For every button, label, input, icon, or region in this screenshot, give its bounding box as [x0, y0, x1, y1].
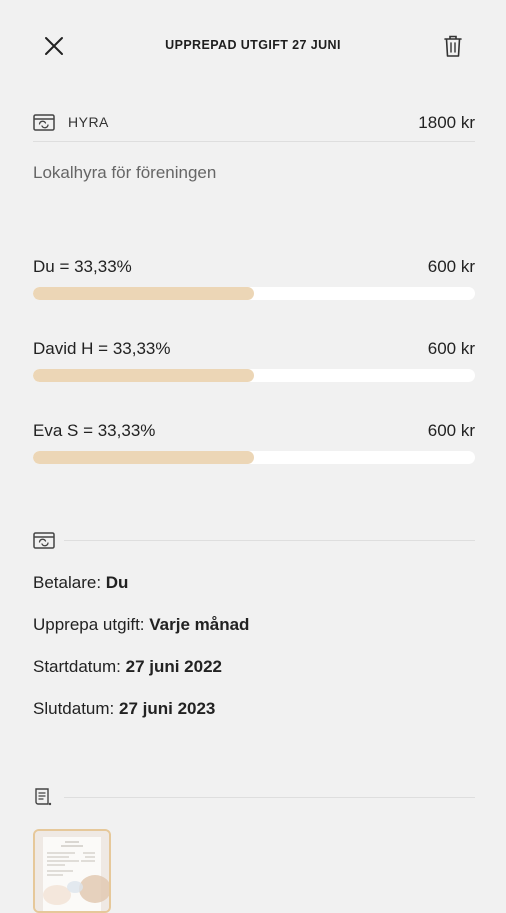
- share-amount: 600 kr: [427, 421, 475, 440]
- repeat-row: Upprepa utgift: Varje månad: [33, 615, 249, 635]
- share-amount: 600 kr: [427, 339, 475, 358]
- end-date-label: Slutdatum:: [33, 699, 115, 718]
- share-name: Du = 33,33%: [33, 257, 132, 276]
- receipt-icon: [35, 788, 52, 806]
- bill-icon: [33, 532, 55, 549]
- payer-row: Betalare: Du: [33, 573, 128, 593]
- divider: [64, 540, 475, 541]
- share-progress-bar: [33, 451, 475, 464]
- receipt-thumbnail[interactable]: [33, 829, 111, 913]
- divider: [33, 141, 475, 142]
- payer-value: Du: [105, 573, 129, 592]
- share-row-du: Du = 33,33% 600 kr: [33, 257, 475, 307]
- bill-icon: [33, 114, 55, 131]
- page-title: UPPREPAD UTGIFT 27 JUNI: [165, 38, 341, 52]
- share-row-david: David H = 33,33% 600 kr: [33, 339, 475, 389]
- start-date-row: Startdatum: 27 juni 2022: [33, 657, 222, 677]
- share-name: David H = 33,33%: [33, 339, 171, 358]
- payer-label: Betalare:: [33, 573, 102, 592]
- receipt-image: [35, 831, 109, 911]
- end-date-value: 27 juni 2023: [119, 699, 216, 718]
- category-label: HYRA: [68, 114, 109, 130]
- delete-button[interactable]: [438, 30, 468, 62]
- repeat-label: Upprepa utgift:: [33, 615, 145, 634]
- repeat-value: Varje månad: [149, 615, 250, 634]
- share-progress-fill: [33, 287, 254, 300]
- share-name: Eva S = 33,33%: [33, 421, 156, 440]
- share-row-eva: Eva S = 33,33% 600 kr: [33, 421, 475, 471]
- share-amount: 600 kr: [427, 257, 475, 276]
- divider: [64, 797, 475, 798]
- share-progress-bar: [33, 369, 475, 382]
- end-date-row: Slutdatum: 27 juni 2023: [33, 699, 215, 719]
- share-progress-bar: [33, 287, 475, 300]
- start-date-label: Startdatum:: [33, 657, 121, 676]
- total-amount: 1800 kr: [418, 113, 475, 132]
- share-progress-fill: [33, 369, 254, 382]
- start-date-value: 27 juni 2022: [125, 657, 222, 676]
- share-progress-fill: [33, 451, 254, 464]
- trash-icon: [444, 35, 462, 57]
- top-bar: UPPREPAD UTGIFT 27 JUNI: [0, 0, 506, 90]
- expense-description: Lokalhyra för föreningen: [33, 163, 217, 182]
- expense-category-row: HYRA 1800 kr: [33, 110, 475, 138]
